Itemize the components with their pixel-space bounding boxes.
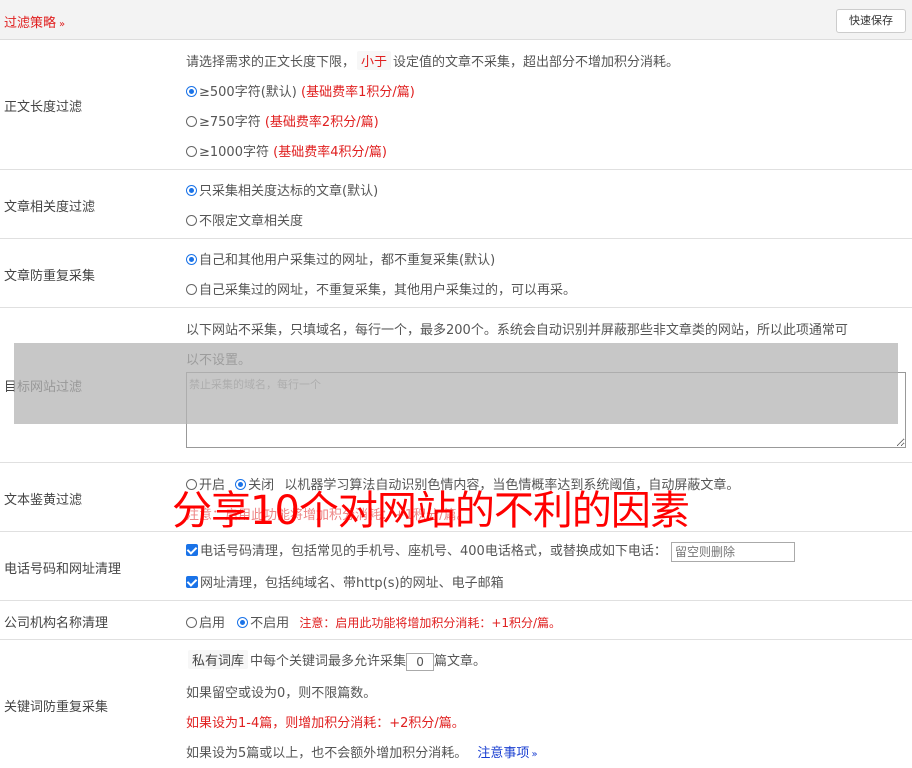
- replacement-phone-input[interactable]: [670, 541, 795, 562]
- url-clean-option[interactable]: 网址清理，包括纯域名、带http(s)的网址、电子邮箱: [186, 572, 504, 591]
- radio-button[interactable]: [186, 86, 197, 97]
- section-title-text: 过滤策略: [4, 16, 57, 31]
- option-label: 不启用: [250, 616, 290, 631]
- dedupe-option-self[interactable]: 自己采集过的网址，不重复采集，其他用户采集过的，可以再采。: [186, 279, 576, 298]
- notes-link[interactable]: 注意事项»: [477, 746, 537, 761]
- keyword-text-after: 篇文章。: [434, 654, 487, 669]
- option-note: (基础费率1积分/篇): [301, 85, 415, 100]
- option-label: 自己采集过的网址，不重复采集，其他用户采集过的，可以再采。: [199, 283, 577, 298]
- option-label: ≥750字符: [199, 115, 261, 130]
- checkbox[interactable]: [186, 544, 198, 556]
- length-desc-suffix: 设定值的文章不采集，超出部分不增加积分消耗。: [393, 55, 680, 70]
- row-label: 文章相关度过滤: [4, 200, 96, 215]
- site-desc-line1: 以下网站不采集，只填域名，每行一个，最多200个。系统会自动识别并屏蔽那些非文章…: [186, 323, 848, 338]
- relevance-option-unlimited[interactable]: 不限定文章相关度: [186, 210, 303, 229]
- option-label: 启用: [199, 616, 226, 631]
- dedupe-option-all[interactable]: 自己和其他用户采集过的网址，都不重复采集(默认): [186, 249, 495, 268]
- length-option-500[interactable]: ≥500字符(默认) (基础费率1积分/篇): [186, 81, 415, 100]
- radio-button[interactable]: [186, 617, 197, 628]
- section-title[interactable]: 过滤策略»: [4, 12, 65, 31]
- chevron-down-icon: »: [59, 19, 66, 30]
- chevron-down-icon: »: [531, 749, 538, 760]
- option-label: 电话号码清理，包括常见的手机号、座机号、400电话格式，或替换成如下电话：: [200, 544, 667, 559]
- row-label: 公司机构名称清理: [4, 616, 109, 631]
- radio-button[interactable]: [186, 215, 197, 226]
- length-option-1000[interactable]: ≥1000字符 (基础费率4积分/篇): [186, 141, 387, 160]
- keyword-limit-line: 私有词库中每个关键词最多允许采集 篇文章。: [186, 650, 486, 671]
- option-label: 自己和其他用户采集过的网址，都不重复采集(默认): [199, 253, 496, 268]
- relevance-option-qualified[interactable]: 只采集相关度达标的文章(默认): [186, 180, 378, 199]
- row-keyword-dedupe: 关键词防重复采集 私有词库中每个关键词最多允许采集 篇文章。 如果留空或设为0，则…: [0, 640, 912, 768]
- blocked-domains-input[interactable]: [186, 372, 906, 448]
- length-desc: 请选择需求的正文长度下限， 小于 设定值的文章不采集，超出部分不增加积分消耗。: [186, 51, 679, 70]
- option-note: (基础费率4积分/篇): [273, 145, 387, 160]
- row-label: 文章防重复采集: [4, 269, 96, 284]
- row-label: 关键词防重复采集: [4, 700, 109, 715]
- option-label: 只采集相关度达标的文章(默认): [199, 184, 379, 199]
- radio-button[interactable]: [186, 254, 197, 265]
- keyword-text-before: 中每个关键词最多允许采集: [250, 654, 407, 669]
- option-note: (基础费率2积分/篇): [264, 115, 379, 130]
- row-label: 文本鉴黄过滤: [4, 493, 83, 508]
- row-org-clean: 公司机构名称清理 启用 不启用 注意：启用此功能将增加积分消耗：+1积分/篇。: [0, 601, 912, 640]
- option-label: ≥500字符(默认): [199, 85, 297, 100]
- option-label: ≥1000字符: [199, 145, 269, 160]
- radio-button[interactable]: [237, 617, 249, 628]
- radio-button[interactable]: [186, 146, 197, 157]
- option-label: 不限定文章相关度: [199, 214, 304, 229]
- row-label: 目标网站过滤: [4, 380, 83, 395]
- row-label: 电话号码和网址清理: [4, 562, 122, 577]
- keyword-line4: 如果设为5篇或以上，也不会额外增加积分消耗。 注意事项»: [186, 742, 538, 761]
- length-desc-prefix: 请选择需求的正文长度下限，: [186, 55, 356, 70]
- site-desc-line2: 以不设置。: [186, 353, 252, 368]
- less-than-tag: 小于: [357, 51, 392, 70]
- row-length-filter: 正文长度过滤 请选择需求的正文长度下限， 小于 设定值的文章不采集，超出部分不增加积…: [0, 40, 912, 170]
- row-relevance-filter: 文章相关度过滤 只采集相关度达标的文章(默认) 不限定文章相关度: [0, 170, 912, 239]
- row-phone-url-clean: 电话号码和网址清理 电话号码清理，包括常见的手机号、座机号、400电话格式，或替…: [0, 532, 912, 601]
- notes-link-text: 注意事项: [477, 746, 530, 761]
- org-note: 注意：启用此功能将增加积分消耗：+1积分/篇。: [299, 616, 562, 630]
- length-option-750[interactable]: ≥750字符 (基础费率2积分/篇): [186, 111, 379, 130]
- overlay-title: 分享10个对网站的不利的因素: [172, 488, 690, 534]
- row-label: 正文长度过滤: [4, 100, 83, 115]
- radio-button[interactable]: [186, 185, 197, 196]
- radio-button[interactable]: [186, 284, 197, 295]
- keyword-line3: 如果设为1-4篇，则增加积分消耗：+2积分/篇。: [186, 716, 465, 731]
- row-dedupe: 文章防重复采集 自己和其他用户采集过的网址，都不重复采集(默认) 自己采集过的网…: [0, 239, 912, 308]
- private-lexicon-tag: 私有词库: [188, 650, 249, 669]
- radio-button[interactable]: [186, 116, 197, 127]
- filter-strategy-header: 过滤策略» 快速保存: [0, 0, 912, 40]
- phone-clean-option[interactable]: 电话号码清理，包括常见的手机号、座机号、400电话格式，或替换成如下电话：: [186, 540, 795, 562]
- org-option-disable[interactable]: 不启用: [237, 616, 289, 631]
- keyword-line2: 如果留空或设为0，则不限篇数。: [186, 686, 377, 701]
- keyword-line4-text: 如果设为5篇或以上，也不会额外增加积分消耗。: [186, 746, 468, 761]
- org-options: 启用 不启用 注意：启用此功能将增加积分消耗：+1积分/篇。: [186, 612, 561, 631]
- quick-save-button[interactable]: 快速保存: [836, 9, 906, 33]
- checkbox[interactable]: [186, 576, 198, 588]
- option-label: 网址清理，包括纯域名、带http(s)的网址、电子邮箱: [200, 576, 504, 591]
- max-articles-input[interactable]: [406, 652, 435, 671]
- org-option-enable[interactable]: 启用: [186, 616, 225, 631]
